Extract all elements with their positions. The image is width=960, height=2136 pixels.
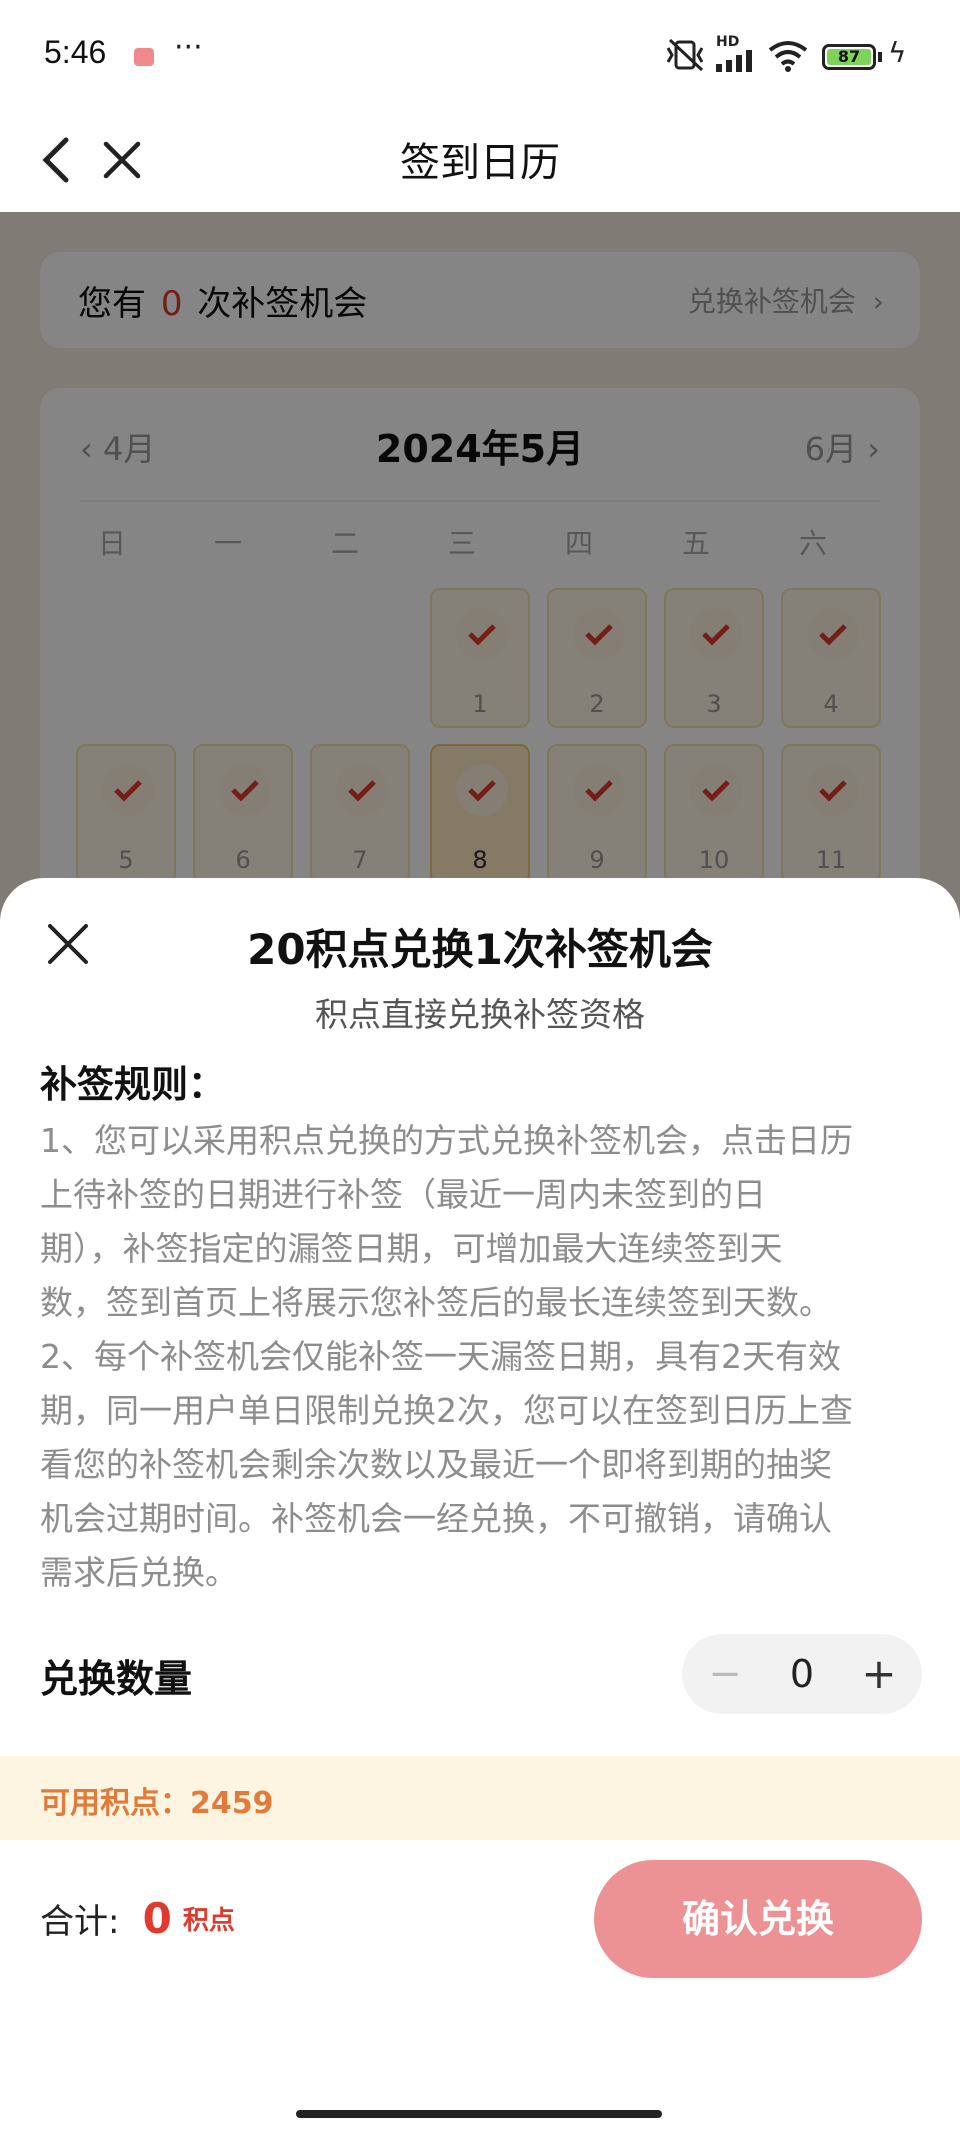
rules-line: 期），补签指定的漏签日期，可增加最大连续签到天 [40, 1229, 783, 1268]
hd-label: HD [716, 34, 740, 50]
quantity-value[interactable]: 0 [762, 1644, 842, 1704]
total-unit: 积点 [182, 1906, 235, 1936]
rules-line: 1、您可以采用积点兑换的方式兑换补签机会，点击日历 [40, 1121, 853, 1160]
rules-body: 1、您可以采用积点兑换的方式兑换补签机会，点击日历 上待补签的日期进行补签（最近… [40, 1114, 940, 1600]
exchange-sheet: 20积点兑换1次补签机会 积点直接兑换补签资格 补签规则： 1、您可以采用积点兑… [0, 878, 960, 2136]
increase-button[interactable]: + [854, 1644, 904, 1704]
rules-line: 需求后兑换。 [40, 1553, 238, 1592]
battery-icon: 87 [822, 44, 876, 70]
mi-app-icon [134, 48, 154, 66]
available-points-text: 可用积点：2459 [40, 1786, 274, 1821]
mute-vibrate-icon [666, 38, 704, 72]
status-time: 5:46 [44, 34, 107, 70]
nav-bar: 签到日历 [0, 110, 960, 212]
rules-line: 数，签到首页上将展示您补签后的最长连续签到天数。 [40, 1283, 832, 1322]
quantity-stepper: − 0 + [682, 1634, 922, 1714]
rules-line: 期，同一用户单日限制兑换2次，您可以在签到日历上查 [40, 1391, 853, 1430]
rules-line: 看您的补签机会剩余次数以及最近一个即将到期的抽奖 [40, 1445, 832, 1484]
wifi-icon [768, 41, 808, 72]
total-summary: 合计: 0 积点 [40, 1894, 235, 1964]
total-value: 0 [142, 1894, 172, 1943]
decrease-button[interactable]: − [700, 1644, 750, 1704]
rules-line: 机会过期时间。补签机会一经兑换，不可撤销，请确认 [40, 1499, 832, 1538]
status-bar: 5:46 ··· HD 87 ϟ [0, 0, 960, 110]
confirm-exchange-button[interactable]: 确认兑换 [594, 1860, 922, 1978]
sheet-title: 20积点兑换1次补签机会 [247, 925, 713, 974]
rules-heading: 补签规则： [40, 1063, 225, 1106]
available-points-banner: 可用积点：2459 [0, 1756, 960, 1840]
signal-icon [716, 50, 752, 72]
charging-icon: ϟ [888, 36, 907, 69]
battery-level: 87 [837, 47, 861, 66]
quantity-label: 兑换数量 [40, 1657, 193, 1701]
battery-tip [878, 52, 882, 62]
total-label: 合计: [40, 1902, 120, 1942]
sheet-subtitle: 积点直接兑换补签资格 [315, 995, 645, 1034]
confirm-exchange-label: 确认兑换 [681, 1897, 834, 1941]
rules-line: 上待补签的日期进行补签（最近一周内未签到的日 [40, 1175, 766, 1214]
rules-line: 2、每个补签机会仅能补签一天漏签日期，具有2天有效 [40, 1337, 841, 1376]
home-indicator [296, 2110, 662, 2118]
page-title: 签到日历 [400, 140, 560, 186]
more-notifications-icon: ··· [174, 30, 203, 65]
